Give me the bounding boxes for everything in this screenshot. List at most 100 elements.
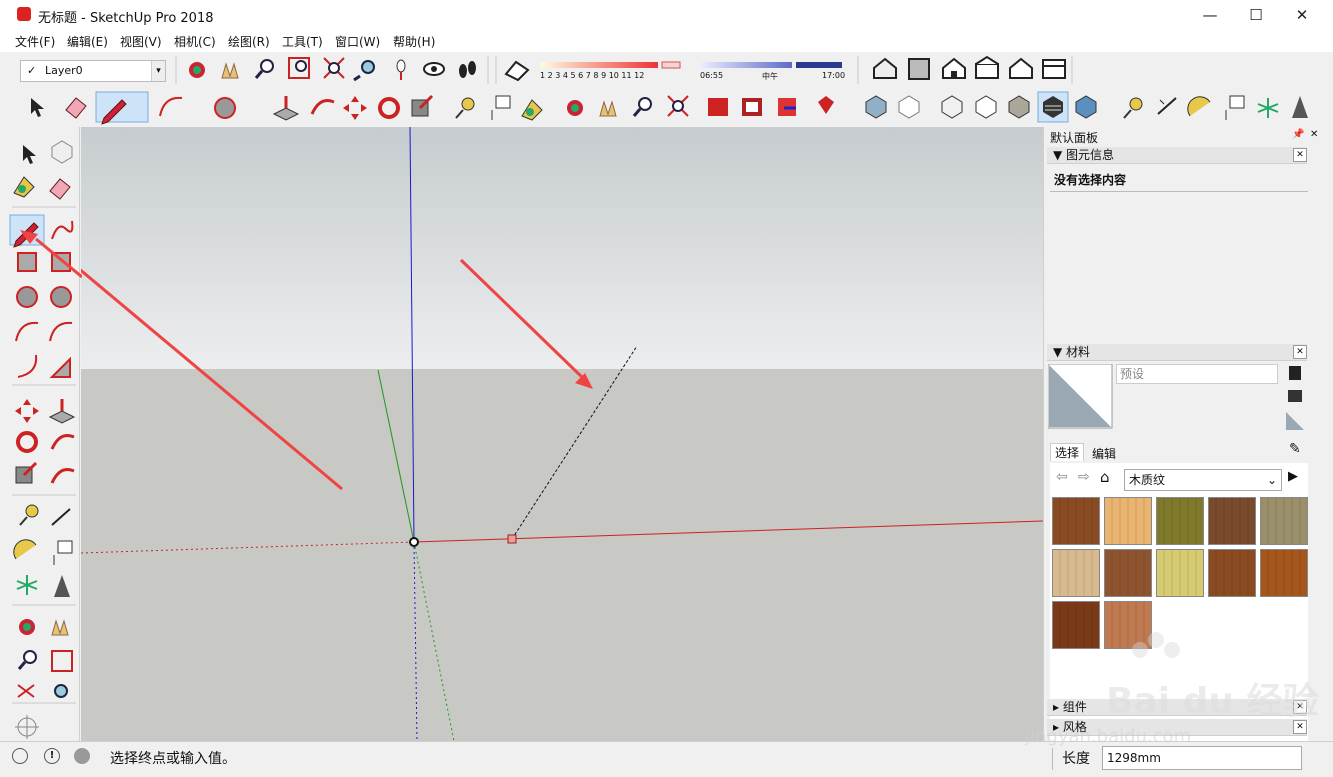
details-icon[interactable]: ▶ bbox=[1288, 469, 1298, 484]
geo-location-icon[interactable] bbox=[12, 748, 28, 764]
arc-icon[interactable] bbox=[159, 96, 183, 117]
shadow-time-slider[interactable] bbox=[700, 62, 792, 68]
text-icon-left[interactable] bbox=[53, 540, 73, 565]
material-swatch[interactable] bbox=[1052, 549, 1100, 597]
material-swatch[interactable] bbox=[1156, 497, 1204, 545]
zoom-extents-icon-2[interactable] bbox=[667, 95, 689, 117]
right-view-icon[interactable] bbox=[975, 55, 999, 79]
iso-view-icon[interactable] bbox=[873, 57, 897, 79]
axes-icon-left[interactable] bbox=[16, 575, 38, 595]
orbit-icon-2[interactable] bbox=[567, 100, 583, 116]
eraser-icon[interactable] bbox=[65, 97, 87, 119]
warehouse-icon[interactable] bbox=[708, 98, 728, 116]
move-icon-left[interactable] bbox=[15, 399, 39, 423]
material-swatch[interactable] bbox=[1052, 601, 1100, 649]
default-material-icon[interactable] bbox=[1286, 412, 1304, 430]
tray-close-icon[interactable]: ✕ bbox=[1310, 129, 1318, 140]
push-pull-icon-left[interactable] bbox=[48, 399, 76, 424]
menu-file[interactable]: 文件(F) bbox=[15, 33, 55, 50]
material-swatch[interactable] bbox=[1104, 549, 1152, 597]
eyedropper-icon[interactable]: ✎ bbox=[1289, 441, 1301, 457]
ruby-console-icon[interactable] bbox=[818, 96, 834, 114]
user-icon[interactable] bbox=[74, 748, 90, 764]
extension-warehouse-icon[interactable] bbox=[742, 98, 762, 116]
pan-icon-left[interactable] bbox=[51, 619, 69, 636]
zoom-window-icon[interactable] bbox=[288, 57, 310, 79]
look-around-icon[interactable] bbox=[423, 62, 445, 76]
menu-window[interactable]: 窗口(W) bbox=[335, 33, 380, 50]
shadow-month-slider[interactable] bbox=[540, 62, 658, 68]
orbit-icon[interactable] bbox=[189, 62, 205, 78]
material-swatch[interactable] bbox=[1260, 549, 1308, 597]
pan-icon-2[interactable] bbox=[599, 100, 617, 117]
menu-edit[interactable]: 编辑(E) bbox=[67, 33, 108, 50]
dimension-tape-icon[interactable] bbox=[1123, 97, 1143, 119]
create-material-icon[interactable] bbox=[1289, 366, 1301, 380]
text-icon-2[interactable] bbox=[1225, 95, 1245, 120]
push-pull-icon[interactable] bbox=[272, 96, 300, 121]
info-icon[interactable]: ! bbox=[44, 748, 60, 764]
material-swatch[interactable] bbox=[1156, 549, 1204, 597]
previous-view-icon[interactable] bbox=[353, 60, 375, 82]
chevron-down-icon[interactable]: ⌄ bbox=[1267, 470, 1277, 490]
axes-icon[interactable] bbox=[1257, 98, 1279, 118]
menu-help[interactable]: 帮助(H) bbox=[393, 33, 435, 50]
xray-icon[interactable] bbox=[865, 95, 887, 119]
minimize-button[interactable]: — bbox=[1187, 0, 1233, 30]
navigation-icon[interactable] bbox=[15, 715, 39, 739]
tape-measure-icon[interactable] bbox=[455, 97, 475, 119]
materials-close-icon[interactable]: ✕ bbox=[1293, 345, 1307, 359]
menu-draw[interactable]: 绘图(R) bbox=[228, 33, 270, 50]
share-model-icon[interactable] bbox=[778, 98, 796, 116]
follow-me-icon[interactable] bbox=[310, 99, 335, 115]
library-select[interactable]: 木质纹 ⌄ bbox=[1124, 469, 1282, 491]
components-close-icon[interactable]: ✕ bbox=[1293, 700, 1307, 714]
menu-camera[interactable]: 相机(C) bbox=[174, 33, 216, 50]
3d-text-icon[interactable] bbox=[1292, 96, 1308, 118]
entity-info-close-icon[interactable]: ✕ bbox=[1293, 148, 1307, 162]
two-point-arc-icon[interactable] bbox=[49, 321, 73, 342]
tab-select[interactable]: 选择 bbox=[1050, 443, 1085, 461]
circle-icon[interactable] bbox=[214, 97, 236, 119]
top-view-icon[interactable] bbox=[908, 58, 930, 80]
zoom-extents-icon-left[interactable] bbox=[17, 684, 35, 698]
front-view-icon[interactable] bbox=[942, 57, 966, 79]
material-swatch[interactable] bbox=[1208, 549, 1256, 597]
hidden-line-icon[interactable] bbox=[975, 95, 997, 119]
rotate-icon[interactable] bbox=[378, 97, 400, 119]
left-view-icon[interactable] bbox=[1042, 59, 1066, 79]
menu-tools[interactable]: 工具(T) bbox=[282, 33, 323, 50]
protractor-icon-left[interactable] bbox=[13, 539, 37, 560]
measurement-input[interactable]: 1298mm bbox=[1102, 746, 1302, 770]
zoom-icon-2[interactable] bbox=[632, 97, 652, 117]
forward-icon[interactable]: ⇨ bbox=[1078, 469, 1090, 485]
circle-icon-left[interactable] bbox=[16, 286, 38, 308]
orbit-icon-left[interactable] bbox=[19, 619, 35, 635]
menu-view[interactable]: 视图(V) bbox=[120, 33, 162, 50]
pie-icon[interactable] bbox=[49, 356, 71, 378]
select-icon[interactable] bbox=[31, 98, 44, 117]
zoom-extents-icon[interactable] bbox=[323, 57, 345, 79]
zoom-icon[interactable] bbox=[254, 59, 274, 79]
styles-header[interactable]: ▸ 风格 ✕ bbox=[1047, 719, 1307, 736]
sample-paint-icon[interactable] bbox=[1288, 390, 1302, 402]
protractor-icon[interactable] bbox=[1187, 96, 1211, 117]
eraser-style-icon[interactable] bbox=[504, 60, 530, 82]
move-icon[interactable] bbox=[343, 96, 367, 120]
styles-close-icon[interactable]: ✕ bbox=[1293, 720, 1307, 734]
shaded-icon[interactable] bbox=[1008, 95, 1030, 119]
3d-text-icon-left[interactable] bbox=[54, 575, 70, 597]
paint-bucket-icon[interactable] bbox=[521, 99, 543, 121]
position-camera-icon[interactable] bbox=[396, 59, 406, 80]
materials-header[interactable]: ▼ 材料 ✕ bbox=[1047, 344, 1307, 361]
three-point-arc-icon[interactable] bbox=[17, 354, 38, 378]
scale-icon-left[interactable] bbox=[15, 461, 38, 484]
maximize-button[interactable]: ☐ bbox=[1233, 0, 1279, 30]
entity-info-header[interactable]: ▼ 图元信息 ✕ bbox=[1047, 147, 1307, 164]
tape-measure-icon-left[interactable] bbox=[19, 504, 39, 526]
offset-icon[interactable] bbox=[50, 468, 75, 484]
close-button[interactable]: ✕ bbox=[1279, 0, 1325, 30]
dimension-icon[interactable] bbox=[1157, 97, 1177, 115]
text-icon[interactable] bbox=[491, 95, 511, 120]
previous-icon-left[interactable] bbox=[54, 684, 68, 698]
